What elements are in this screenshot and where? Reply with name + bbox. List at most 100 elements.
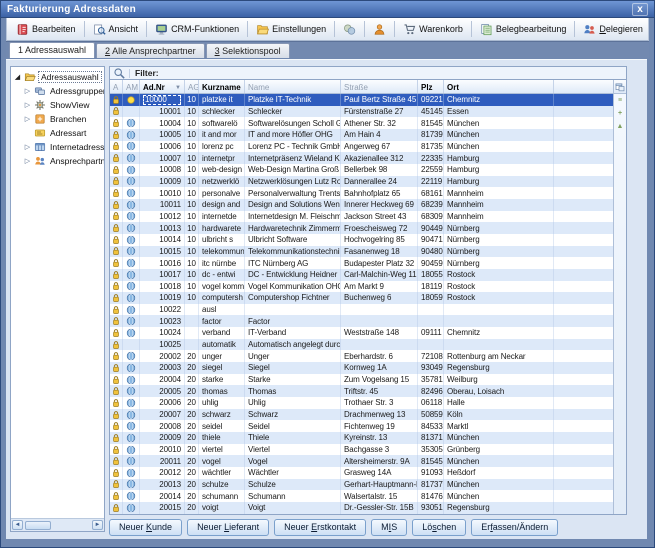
column-header-stra-e[interactable]: Straße: [341, 80, 418, 93]
tree-horizontal-scrollbar[interactable]: ◄ ►: [11, 518, 104, 531]
filter-bar[interactable]: Filter:: [109, 66, 627, 79]
table-row[interactable]: 10025automatikAutomatisch angelegt durch…: [110, 339, 613, 351]
column-header-kurzname[interactable]: Kurzname: [199, 80, 245, 93]
table-row[interactable]: 1001010personalvePersonalverwaltung Tren…: [110, 187, 613, 199]
close-button[interactable]: x: [632, 3, 648, 16]
table-row[interactable]: 1001510telekommunTelekommunikationstechn…: [110, 246, 613, 258]
table-row[interactable]: 1001210internetdeInternetdesign M. Fleis…: [110, 211, 613, 223]
tree-item-adressart[interactable]: Adressart: [11, 126, 104, 140]
add-record-icon[interactable]: +: [618, 107, 622, 120]
table-row[interactable]: 1000110schleckerSchleckerFürstenstraße 2…: [110, 106, 613, 118]
column-header-name[interactable]: Name: [245, 80, 341, 93]
column-header-a[interactable]: A: [110, 80, 123, 93]
toolbar-button-user[interactable]: [367, 20, 392, 39]
toolbar-button-einstellungen[interactable]: Einstellungen: [250, 20, 332, 39]
table-row[interactable]: 2000320siegelSiegelKornweg 1A93049Regens…: [110, 362, 613, 374]
tree-item-adressgruppen[interactable]: ▷Adressgruppen: [11, 84, 104, 98]
table-row[interactable]: 1001910computershComputershop FichtnerBu…: [110, 292, 613, 304]
toolbar-button-sync[interactable]: [337, 20, 362, 39]
folder-open-icon: [24, 71, 36, 83]
scroll-right-icon[interactable]: ►: [92, 520, 103, 530]
table-row[interactable]: 2001520voigtVoigtDr.-Gessler-Str. 15B930…: [110, 502, 613, 514]
column-header-ad-nr[interactable]: Ad.Nr▼: [140, 80, 185, 93]
internet-icon: [34, 141, 46, 153]
tree-item-internetadressen[interactable]: ▷Internetadressen: [11, 140, 104, 154]
tree-expander-collapsed-icon[interactable]: ▷: [23, 157, 32, 165]
table-row[interactable]: 1000810web-designWeb-Design Martina Groß…: [110, 164, 613, 176]
button-mis[interactable]: MIS: [371, 519, 407, 536]
cell-adnr: 20012: [140, 467, 185, 479]
table-row[interactable]: 2000420starkeStarkeZum Vogelsang 1535781…: [110, 374, 613, 386]
table-row[interactable]: 1001410ulbricht sUlbricht SoftwareHochvo…: [110, 234, 613, 246]
table-row[interactable]: 1000410softwarelöSoftwarelösungen Scholl…: [110, 117, 613, 129]
scrollbar-thumb[interactable]: [25, 521, 51, 530]
table-row[interactable]: 10023factorFactor: [110, 315, 613, 327]
tab-1-adressauswahl[interactable]: 1 Adressauswahl: [9, 42, 95, 58]
toolbar-button-belegbearbeitung[interactable]: Belegbearbeitung: [474, 20, 573, 39]
cell-ort: Mannheim: [444, 211, 554, 223]
table-row[interactable]: 10024verbandIT-VerbandWeststraße 1480911…: [110, 327, 613, 339]
button-erfassen-ndern[interactable]: Erfassen/Ändern: [471, 519, 558, 536]
table-row[interactable]: 2001120vogelVogelAltersheimerstr. 9A8154…: [110, 455, 613, 467]
table-row[interactable]: 2001420schumannSchumannWalsertalstr. 158…: [110, 490, 613, 502]
column-header-plz[interactable]: Plz: [418, 80, 444, 93]
column-chooser-button[interactable]: [614, 80, 626, 94]
tree-item-adressauswahl[interactable]: ◢Adressauswahl: [11, 70, 104, 84]
table-row[interactable]: 1000910netzwerklöNetzwerklösungen Lutz R…: [110, 176, 613, 188]
button-neuer-kunde[interactable]: Neuer Kunde: [109, 519, 182, 536]
tab-2-alle-ansprechpartner[interactable]: 2 Alle Ansprechpartner: [96, 43, 205, 58]
table-row[interactable]: 1001810vogel kommVogel Kommunikation OHG…: [110, 281, 613, 293]
toolbar-button-crm-funktionen[interactable]: CRM-Funktionen: [149, 20, 245, 39]
scroll-up-icon[interactable]: ▲: [617, 120, 624, 133]
table-row[interactable]: 10022ausl: [110, 304, 613, 316]
toolbar-button-label: Ansicht: [109, 24, 139, 34]
tree-item-ansprechpartner[interactable]: ▷Ansprechpartner: [11, 154, 104, 168]
toolbar-button-warenkorb[interactable]: Warenkorb: [397, 20, 469, 39]
button-neuer-lieferant[interactable]: Neuer Lieferant: [187, 519, 269, 536]
column-header-ort[interactable]: Ort: [444, 80, 554, 93]
scroll-left-icon[interactable]: ◄: [12, 520, 23, 530]
cell-plz: 81476: [418, 490, 444, 502]
table-row[interactable]: 2000720schwarzSchwarzDrachmenweg 1350859…: [110, 409, 613, 421]
table-row[interactable]: 1000610lorenz pcLorenz PC - Technik GmbH…: [110, 141, 613, 153]
table-row[interactable]: 2000520thomasThomasTriftstr. 4582496Ober…: [110, 385, 613, 397]
table-row[interactable]: 2000820seidelSeidelFichtenweg 1984533Mar…: [110, 420, 613, 432]
lock-icon: [111, 211, 121, 221]
table-row[interactable]: 1001610itc nürnbeITC Nürnberg AGBudapest…: [110, 257, 613, 269]
tree-item-branchen[interactable]: ▷Branchen: [11, 112, 104, 126]
tree-item-showview[interactable]: ▷ShowView: [11, 98, 104, 112]
tab-3-selektionspool[interactable]: 3 Selektionspool: [206, 43, 290, 58]
table-row[interactable]: 2000620uhligUhligTrothaer Str. 306118Hal…: [110, 397, 613, 409]
tree-expander-collapsed-icon[interactable]: ▷: [23, 115, 32, 123]
adnr-edit-field[interactable]: 10000: [143, 95, 181, 105]
table-row[interactable]: 2001020viertelViertelBachgasse 335305Grü…: [110, 444, 613, 456]
toolbar-button-ansicht[interactable]: Ansicht: [87, 20, 145, 39]
table-row[interactable]: 1000710internetprInternetpräsenz Wieland…: [110, 152, 613, 164]
table-row[interactable]: 2000220ungerUngerEberhardstr. 672108Rott…: [110, 350, 613, 362]
button-neuer-erstkontakt[interactable]: Neuer Erstkontakt: [274, 519, 366, 536]
scroll-marker-icon[interactable]: ≡: [618, 94, 622, 107]
cell-kurzname: automatik: [199, 339, 245, 351]
button-l-schen[interactable]: Löschen: [412, 519, 466, 536]
table-row[interactable]: 1000510it and morIT and more Höfler OHGA…: [110, 129, 613, 141]
column-header-ag[interactable]: AG: [185, 80, 199, 93]
tree-expander-collapsed-icon[interactable]: ▷: [23, 143, 32, 151]
table-row[interactable]: 2001320schulzeSchulzeGerhart-Hauptmann-R…: [110, 479, 613, 491]
toolbar-button-bearbeiten[interactable]: Bearbeiten: [10, 20, 82, 39]
table-row[interactable]: 2000920thieleThieleKyreinstr. 1381371Mün…: [110, 432, 613, 444]
table-row[interactable]: 1001310hardwareteHardwaretechnik Zimmerm…: [110, 222, 613, 234]
table-row[interactable]: 1001110design andDesign and Solutions We…: [110, 199, 613, 211]
table-row[interactable]: 1000010platzke itPlatzke IT-TechnikPaul …: [110, 94, 613, 106]
cell-plz: 90480: [418, 246, 444, 258]
table-row[interactable]: 1001710dc - entwiDC - Entwicklung Heidne…: [110, 269, 613, 281]
cell-ort: Chemnitz: [444, 327, 554, 339]
grid-scrollbar-strip[interactable]: ≡ + ▲: [613, 80, 626, 514]
cell-ag: 10: [185, 164, 199, 176]
table-row[interactable]: 2001220wächtlerWächtlerGrasweg 14A91093H…: [110, 467, 613, 479]
toolbar-button-delegieren[interactable]: Delegieren: [577, 20, 649, 39]
settings-icon: [256, 23, 269, 36]
tree-expander-collapsed-icon[interactable]: ▷: [23, 101, 32, 109]
tree-expander-open-icon[interactable]: ◢: [13, 73, 22, 81]
column-header-am[interactable]: AM: [123, 80, 140, 93]
tree-expander-collapsed-icon[interactable]: ▷: [23, 87, 32, 95]
